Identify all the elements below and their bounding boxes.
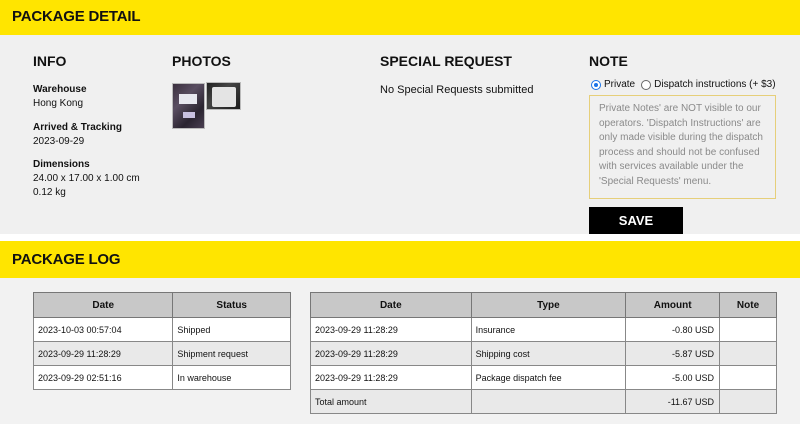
cost-type-cell: Shipping cost — [470, 341, 627, 366]
cost-note-cell — [719, 317, 777, 342]
cost-date-cell: 2023-09-29 11:28:29 — [310, 317, 472, 342]
cost-amount-cell: -0.80 USD — [625, 317, 721, 342]
package-detail-title: PACKAGE DETAIL — [12, 8, 141, 25]
warehouse-label: Warehouse — [33, 84, 87, 95]
table-row: 2023-09-29 11:28:29 Shipping cost -5.87 … — [310, 341, 777, 366]
log-date-cell: 2023-09-29 11:28:29 — [32, 341, 174, 366]
dimensions-value: 24.00 x 17.00 x 1.00 cm — [33, 173, 140, 184]
log-date-cell: 2023-09-29 02:51:16 — [32, 365, 174, 390]
special-request-text: No Special Requests submitted — [380, 84, 534, 96]
column-header: Note — [719, 292, 777, 318]
cost-type-cell: Package dispatch fee — [470, 365, 627, 390]
total-amount: -11.67 USD — [625, 389, 721, 414]
total-row: Total amount -11.67 USD — [310, 389, 777, 414]
dimensions-label: Dimensions — [33, 159, 90, 170]
log-status-cell: In warehouse — [172, 365, 291, 390]
photos-heading: PHOTOS — [172, 53, 231, 69]
warehouse-value: Hong Kong — [33, 98, 84, 109]
table-row: 2023-09-29 11:28:29 Package dispatch fee… — [310, 365, 777, 390]
column-header: Date — [32, 292, 174, 318]
cost-date-cell: 2023-09-29 11:28:29 — [310, 341, 472, 366]
arrived-value: 2023-09-29 — [33, 136, 85, 147]
column-header: Type — [470, 292, 627, 318]
arrived-label: Arrived & Tracking — [33, 122, 122, 133]
table-row: 2023-09-29 11:28:29 Insurance -0.80 USD — [310, 317, 777, 342]
cost-date-cell: 2023-09-29 11:28:29 — [310, 365, 472, 390]
special-request-heading: SPECIAL REQUEST — [380, 53, 512, 69]
table-row: 2023-09-29 02:51:16 In warehouse — [32, 365, 291, 390]
cost-note-cell — [719, 341, 777, 366]
package-photo-thumbnail[interactable] — [206, 82, 241, 110]
save-button[interactable]: SAVE — [589, 207, 683, 234]
cost-type-cell: Insurance — [470, 317, 627, 342]
note-heading: NOTE — [589, 53, 628, 69]
log-date-cell: 2023-10-03 00:57:04 — [32, 317, 174, 342]
weight-value: 0.12 kg — [33, 187, 66, 198]
cost-amount-cell: -5.87 USD — [625, 341, 721, 366]
note-type-selector: Private Dispatch instructions (+ $3) — [591, 79, 776, 90]
table-row: 2023-10-03 00:57:04 Shipped — [32, 317, 291, 342]
package-log-title: PACKAGE LOG — [12, 251, 121, 268]
column-header: Amount — [625, 292, 721, 318]
log-status-cell: Shipment request — [172, 341, 291, 366]
table-row: 2023-09-29 11:28:29 Shipment request — [32, 341, 291, 366]
log-status-cell: Shipped — [172, 317, 291, 342]
private-radio-label[interactable]: Private — [604, 79, 635, 90]
package-log-banner: PACKAGE LOG — [0, 241, 800, 278]
cost-note-cell — [719, 365, 777, 390]
cost-log-table: Date Type Amount Note 2023-09-29 11:28:2… — [310, 292, 777, 414]
package-photo-thumbnail[interactable] — [172, 83, 205, 129]
info-heading: INFO — [33, 53, 67, 69]
total-label: Total amount — [310, 389, 472, 414]
dispatch-instructions-radio[interactable] — [641, 79, 652, 90]
cost-amount-cell: -5.00 USD — [625, 365, 721, 390]
column-header: Date — [310, 292, 472, 318]
private-radio[interactable] — [591, 79, 601, 90]
note-textarea[interactable]: Private Notes' are NOT visible to our op… — [589, 95, 776, 199]
dispatch-instructions-radio-label[interactable]: Dispatch instructions (+ $3) — [654, 79, 775, 90]
column-header: Status — [172, 292, 291, 318]
status-log-table: Date Status 2023-10-03 00:57:04 Shipped … — [32, 292, 291, 390]
package-detail-banner: PACKAGE DETAIL — [0, 0, 800, 35]
section-divider — [0, 234, 800, 241]
